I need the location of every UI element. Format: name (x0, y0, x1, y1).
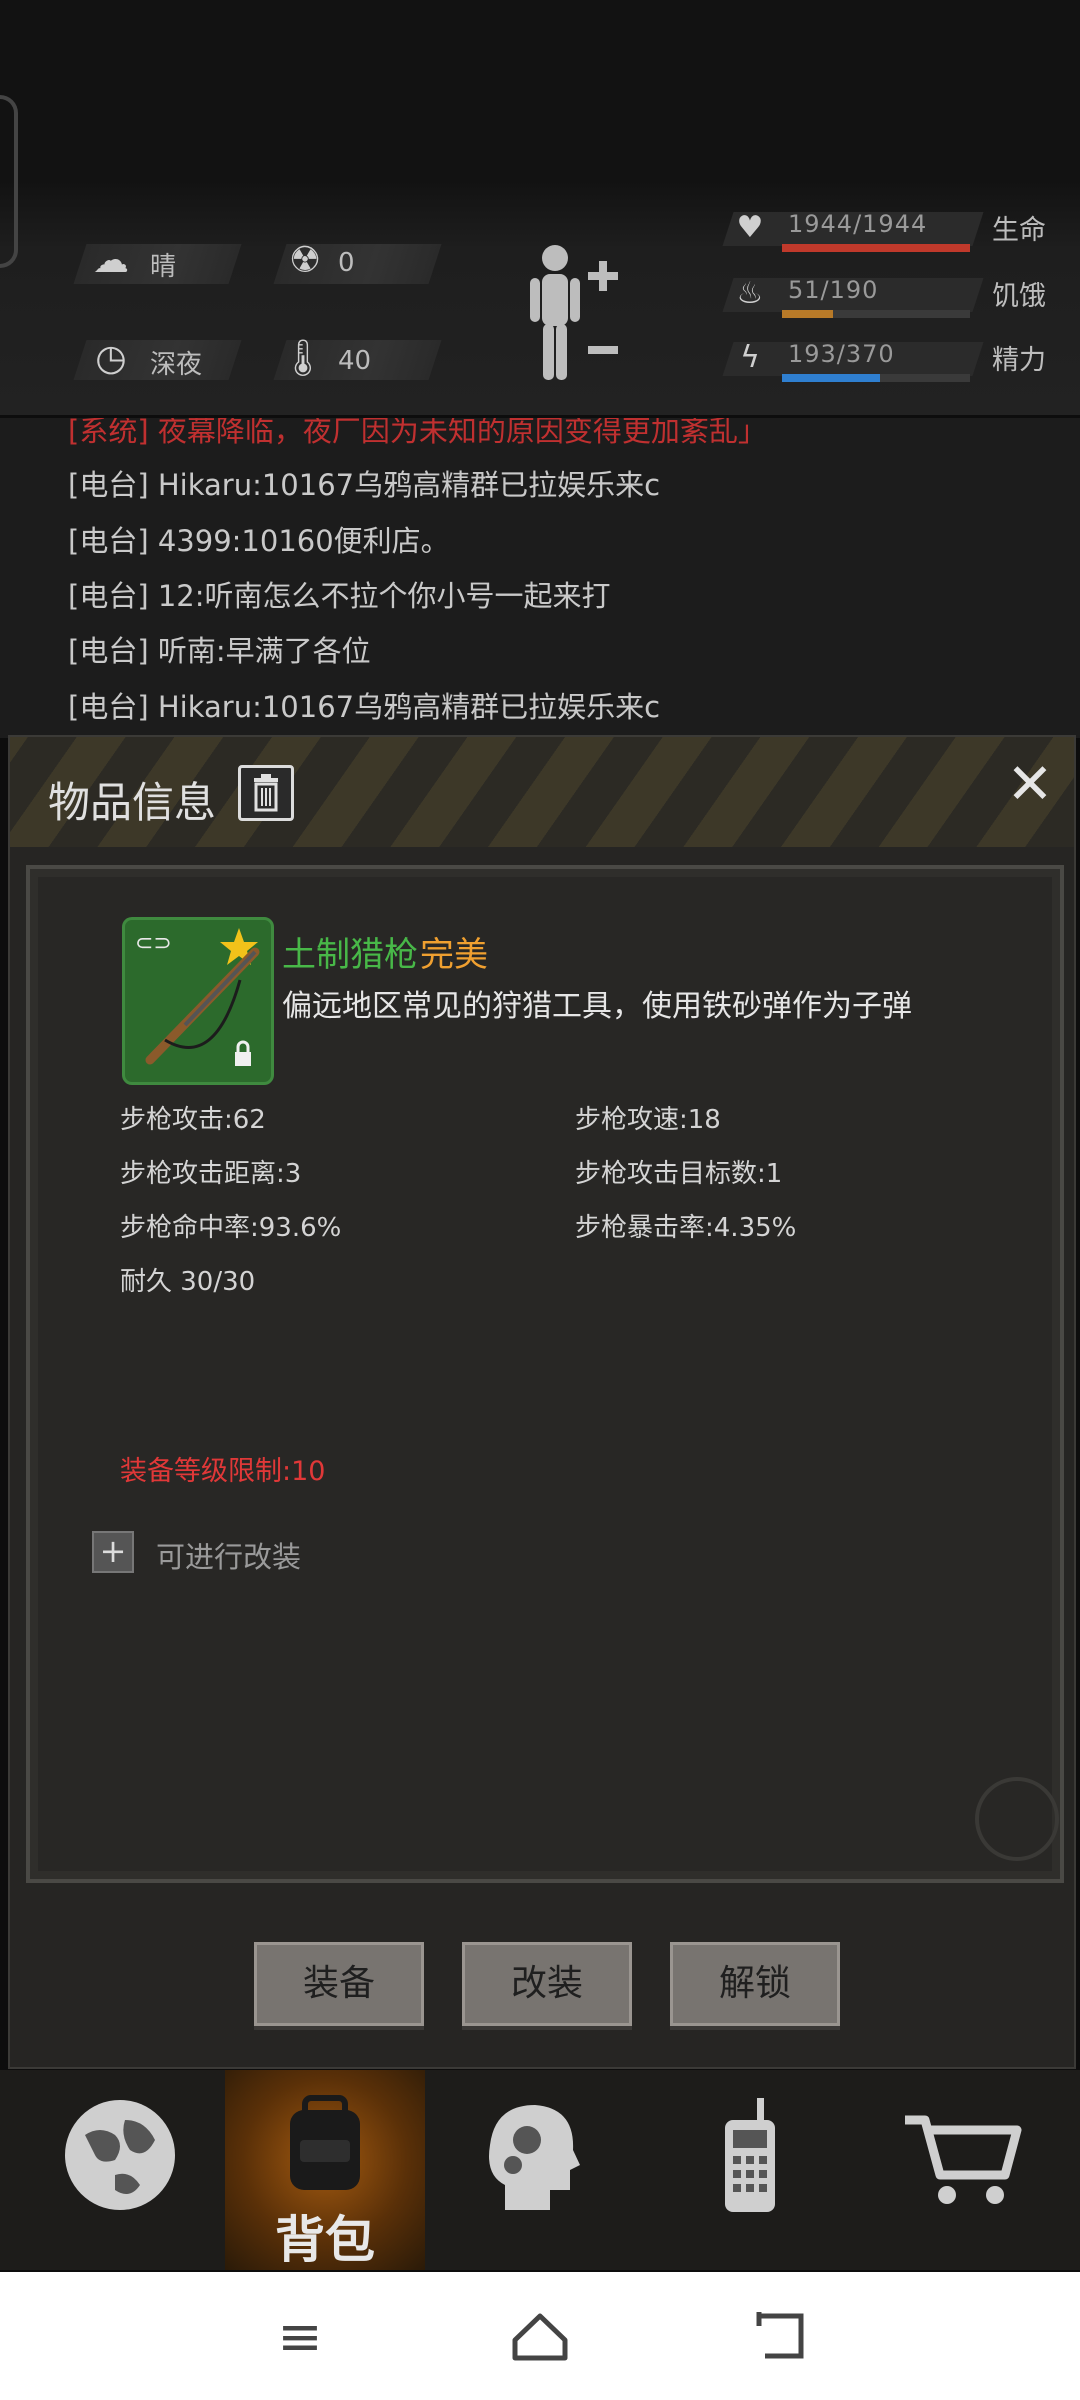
expand-mod-button[interactable]: + (92, 1531, 134, 1573)
health-bar (782, 244, 970, 252)
back-button[interactable] (745, 2302, 815, 2372)
tab-shop[interactable] (860, 2070, 1060, 2270)
weather-text: 晴 (150, 252, 177, 282)
tab-radio[interactable] (650, 2070, 850, 2270)
chat-log[interactable]: [系统] 夜幕降临，夜厂因为未知的原因变得更加紊乱」 [电台] Hikaru:1… (0, 418, 1080, 738)
equip-button[interactable]: 装备 (254, 1942, 424, 2026)
radiation-icon: ☢ (288, 240, 322, 281)
hunger-bar (782, 310, 833, 318)
item-name: 土制猎枪 (282, 935, 418, 975)
stomach-icon: ♨ (736, 276, 764, 311)
discard-button[interactable] (238, 765, 294, 821)
attr-rifle-accuracy: 步枪命中率:93.6% (120, 1213, 342, 1243)
energy-label: 精力 (992, 345, 1046, 376)
tab-backpack-label: 背包 (275, 2211, 375, 2269)
attr-rifle-crit: 步枪暴击率:4.35% (575, 1213, 797, 1243)
dialog-title: 物品信息 (48, 778, 217, 827)
attr-rifle-speed: 步枪攻速:18 (575, 1105, 721, 1135)
temperature-value: 40 (338, 346, 372, 376)
heart-icon: ♥ (736, 210, 764, 245)
item-description: 偏远地区常见的狩猎工具，使用铁砂弹作为子弹 (282, 989, 912, 1024)
tab-skills[interactable] (430, 2070, 630, 2270)
attr-durability: 耐久 30/30 (120, 1267, 256, 1297)
home-icon (512, 2313, 568, 2361)
tab-map[interactable] (20, 2070, 220, 2270)
hunger-label: 饥饿 (992, 281, 1046, 312)
plus-icon: + (99, 1532, 127, 1570)
globe-icon (65, 2100, 175, 2210)
system-nav-bar: ≡ (0, 2272, 1080, 2400)
body-figure-icon[interactable] (520, 238, 620, 388)
close-icon: ✕ (1006, 752, 1054, 817)
attr-rifle-range: 步枪攻击距离:3 (120, 1159, 302, 1189)
modify-button[interactable]: 改装 (462, 1942, 632, 2026)
chat-line: [电台] Hikaru:10167乌鸦高精群已拉娱乐来c (68, 468, 661, 502)
attr-rifle-attack: 步枪攻击:62 (120, 1105, 266, 1135)
bottom-tab-bar: 背包 (0, 2070, 1080, 2270)
head-gears-icon (489, 2105, 580, 2210)
lightning-icon: ϟ (740, 340, 760, 375)
energy-bar (782, 374, 880, 382)
time-of-day-text: 深夜 (150, 350, 203, 380)
item-info-dialog: 物品信息 ✕ ⊂⊃ 土制猎枪 完美 偏远地区常见的狩猎工具，使用铁砂弹作为子弹 … (8, 735, 1076, 2069)
tab-backpack[interactable]: 背包 (225, 2070, 425, 2270)
close-button[interactable]: ✕ (1000, 755, 1060, 815)
hunger-value: 51/190 (788, 276, 879, 304)
svg-text:⊂⊃: ⊂⊃ (135, 931, 172, 956)
energy-value: 193/370 (788, 340, 895, 368)
cloud-sun-icon: ☁ (93, 240, 129, 281)
back-icon (756, 2312, 804, 2359)
chat-line: [电台] 听南:早满了各位 (68, 634, 371, 668)
item-detail-panel: ⊂⊃ 土制猎枪 完美 偏远地区常见的狩猎工具，使用铁砂弹作为子弹 步枪攻击:62… (26, 865, 1064, 1883)
chat-line: [电台] 4399:10160便利店。 (68, 524, 450, 558)
cart-icon (905, 2115, 1022, 2204)
item-quality: 完美 (420, 935, 488, 975)
unlock-button[interactable]: 解锁 (670, 1942, 840, 2026)
attr-rifle-targets: 步枪攻击目标数:1 (575, 1159, 783, 1189)
home-button[interactable] (505, 2302, 575, 2372)
menu-icon: ≡ (277, 2305, 323, 2368)
rifle-icon: ⊂⊃ (135, 928, 260, 1066)
recents-button[interactable]: ≡ (265, 2302, 335, 2372)
health-value: 1944/1944 (788, 210, 928, 238)
radiation-watermark-icon (975, 1777, 1059, 1861)
chat-line: [系统] 夜幕降临，夜厂因为未知的原因变得更加紊乱」 (68, 418, 767, 448)
thermometer-icon: 🌡 (280, 338, 326, 379)
health-label: 生命 (992, 215, 1046, 246)
chat-line: [电台] Hikaru:10167乌鸦高精群已拉娱乐来c (68, 690, 661, 724)
hud-side-handle[interactable] (0, 95, 18, 268)
chat-line: [电台] 12:听南怎么不拉个你小号一起来打 (68, 579, 611, 613)
radio-icon (725, 2098, 775, 2212)
item-thumbnail[interactable]: ⊂⊃ (122, 917, 274, 1085)
modifiable-label: 可进行改装 (156, 1540, 302, 1574)
clock-icon: ◷ (95, 338, 127, 379)
backpack-icon (290, 2095, 360, 2190)
trash-icon (254, 774, 278, 812)
status-hud: ☁ 晴 ☢ 0 ◷ 深夜 🌡 40 ♥ 1944/1944 生命 ♨ 51/19… (0, 0, 1080, 415)
radiation-value: 0 (338, 248, 355, 278)
level-requirement: 装备等级限制:10 (120, 1456, 326, 1487)
